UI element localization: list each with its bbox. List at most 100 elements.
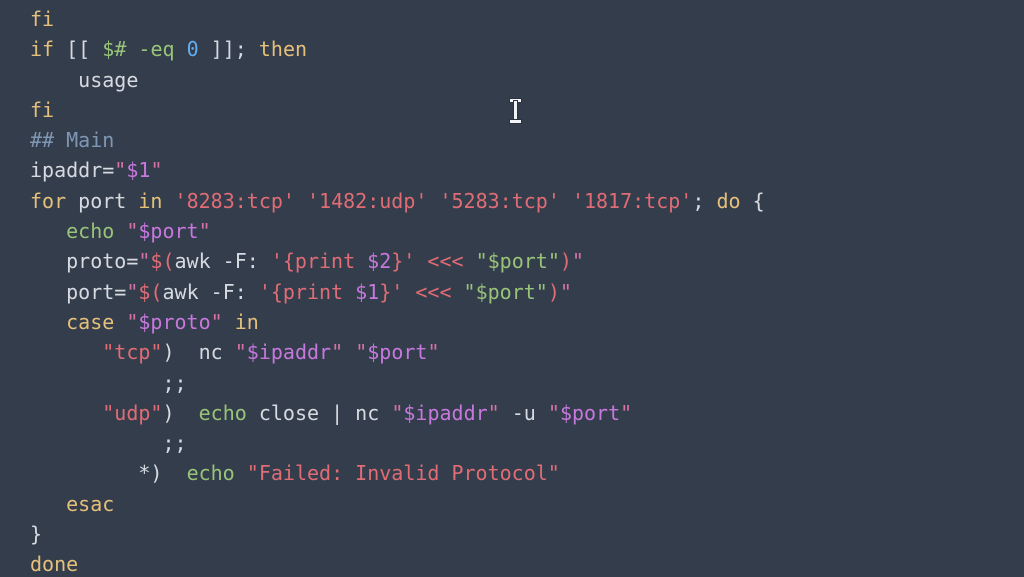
code-token: " — [547, 400, 560, 425]
code-token: 0 — [186, 37, 199, 62]
code-token: '1482:udp' — [307, 188, 428, 213]
code-token: nc — [355, 400, 380, 425]
code-token: esac — [66, 491, 115, 516]
code-token: " — [391, 400, 404, 425]
code-editor-viewport[interactable]: fi if [[ $# -eq 0 ]]; then usage fi ## Main… — [0, 0, 1024, 577]
code-token: " — [559, 279, 572, 304]
code-token: " — [620, 400, 633, 425]
code-token: ## Main — [30, 128, 115, 153]
code-token: $( — [150, 249, 175, 274]
code-token: }' — [391, 249, 416, 274]
code-token: '1817:tcp' — [571, 188, 693, 213]
code-token: echo — [198, 400, 247, 425]
code-line[interactable]: ## Main — [30, 125, 765, 155]
code-token: awk -F: — [162, 279, 259, 304]
code-token: $proto — [138, 309, 211, 334]
code-line[interactable]: if [[ $# -eq 0 ]]; then — [30, 34, 765, 64]
code-token: for — [30, 188, 67, 213]
code-token: echo — [66, 219, 115, 244]
code-line[interactable]: port="$(awk -F: '{print $1}' <<< "$port"… — [30, 277, 765, 307]
code-token: <<< — [427, 249, 464, 274]
code-token: " — [331, 340, 344, 365]
code-token: ) — [162, 400, 175, 425]
code-token: "udp" — [102, 400, 163, 425]
code-line[interactable]: for port in '8283:tcp' '1482:udp' '5283:… — [30, 186, 765, 216]
code-token: -eq — [138, 37, 175, 62]
code-line[interactable]: fi — [30, 4, 765, 34]
code-token: fi — [30, 97, 55, 122]
code-token: " — [114, 158, 127, 183]
code-line[interactable]: echo "$port" — [30, 216, 765, 246]
code-token: " — [234, 340, 247, 365]
code-line[interactable]: done — [30, 549, 765, 577]
code-token: " — [126, 279, 139, 304]
code-line[interactable]: case "$proto" in — [30, 307, 765, 337]
code-token: " — [198, 219, 211, 244]
code-token: " — [210, 309, 223, 334]
code-line[interactable]: ipaddr="$1" — [30, 155, 765, 185]
code-token: [[ — [66, 37, 91, 62]
code-token: ) — [162, 340, 175, 365]
code-token: " — [571, 249, 584, 274]
code-token: *) — [138, 461, 163, 486]
source-code-block[interactable]: fi if [[ $# -eq 0 ]]; then usage fi ## Main… — [30, 4, 765, 577]
code-line[interactable]: fi — [30, 95, 765, 125]
code-token: '5283:tcp' — [439, 188, 560, 213]
code-token: " — [126, 309, 139, 334]
code-token: ;; — [30, 431, 187, 456]
code-line[interactable]: "tcp") nc "$ipaddr" "$port" — [30, 337, 765, 367]
code-token: then — [258, 37, 308, 62]
code-line[interactable]: ;; — [30, 428, 765, 458]
code-token: ) — [547, 279, 560, 304]
code-token: in — [138, 188, 163, 213]
code-token: $( — [138, 279, 163, 304]
code-token: <<< — [415, 279, 452, 304]
code-token: $port — [367, 340, 428, 365]
code-token: -u — [511, 400, 536, 425]
code-line[interactable]: ;; — [30, 368, 765, 398]
code-token: " — [138, 249, 151, 274]
code-line[interactable]: "udp") echo close | nc "$ipaddr" -u "$po… — [30, 398, 765, 428]
code-token: port= — [66, 279, 127, 304]
code-token: } — [30, 522, 43, 547]
code-token: nc — [198, 340, 223, 365]
code-token: "Failed: Invalid Protocol" — [246, 461, 560, 486]
code-line[interactable]: esac — [30, 489, 765, 519]
code-token: $ipaddr — [246, 340, 332, 365]
code-token: $port — [138, 219, 199, 244]
code-token: "tcp" — [102, 340, 163, 365]
code-token: $2 — [367, 249, 392, 274]
code-token: '{print — [270, 249, 368, 274]
code-token: $1 — [355, 279, 380, 304]
code-token: ]]; — [210, 37, 247, 62]
code-token: { — [752, 188, 765, 213]
code-token: $port — [559, 400, 621, 425]
code-token: $# — [102, 37, 127, 62]
code-line[interactable]: usage — [30, 65, 765, 95]
code-token: $ipaddr — [403, 400, 488, 425]
code-line[interactable]: proto="$(awk -F: '{print $2}' <<< "$port… — [30, 246, 765, 276]
code-line[interactable]: *) echo "Failed: Invalid Protocol" — [30, 458, 765, 488]
code-token: case — [66, 309, 115, 334]
code-line[interactable]: } — [30, 519, 765, 549]
code-token: "$port" — [475, 249, 560, 274]
code-token: awk -F: — [174, 249, 271, 274]
